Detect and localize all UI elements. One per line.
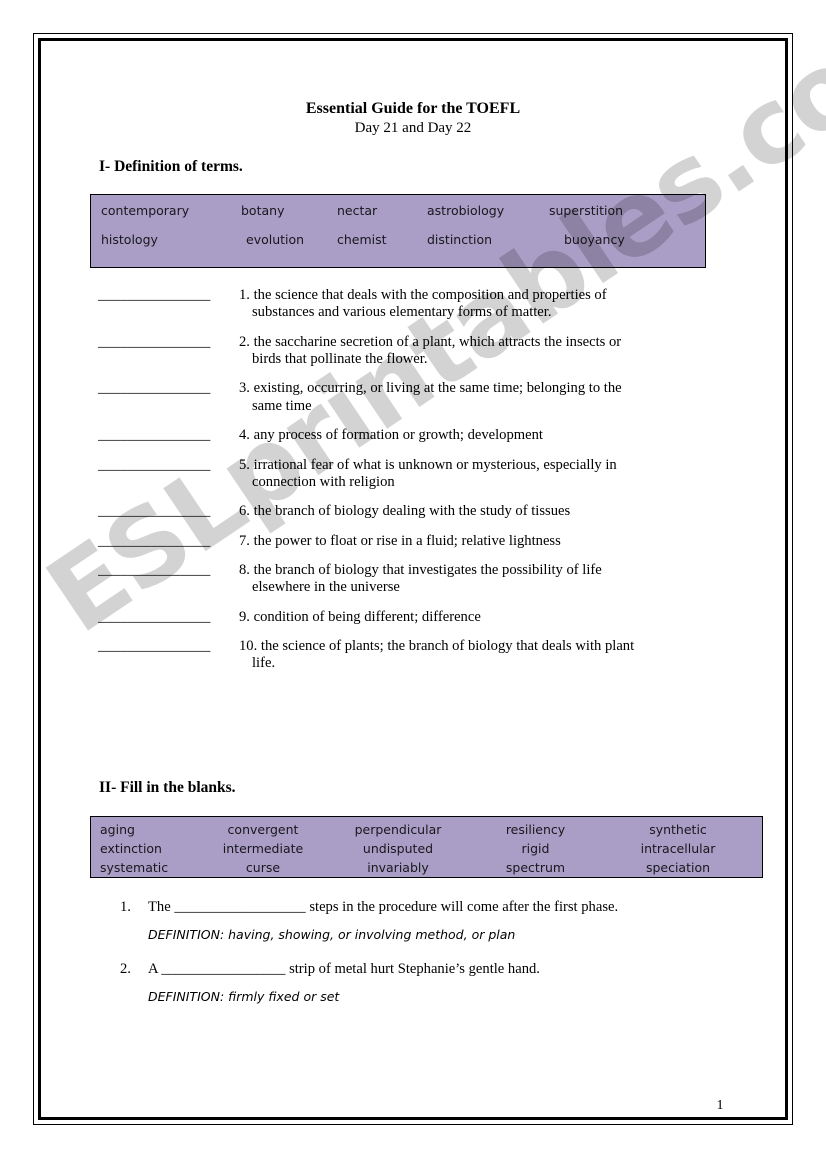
wordbank-word: systematic xyxy=(100,860,169,875)
answer-blank[interactable]: _______________ xyxy=(98,457,239,474)
wordbank-word: speciation xyxy=(645,860,711,875)
wordbank-word: evolution xyxy=(246,232,305,247)
definition-text: 10. the science of plants; the branch of… xyxy=(239,638,738,673)
wordbank-word: synthetic xyxy=(649,822,707,837)
wordbank-row: contemporary botany nectar astrobiology … xyxy=(91,203,705,232)
wordbank-row: extinction intermediate undisputed rigid… xyxy=(91,841,762,860)
definition-text: 7. the power to float or rise in a fluid… xyxy=(239,533,738,550)
definition-item: _______________ 6. the branch of biology… xyxy=(98,503,738,520)
fill-question-row: 2. A _________________ strip of metal hu… xyxy=(120,960,760,978)
wordbank-row: aging convergent perpendicular resilienc… xyxy=(91,822,762,841)
definition-text: 3. existing, occurring, or living at the… xyxy=(239,380,738,415)
section-2-wordbank: aging convergent perpendicular resilienc… xyxy=(90,816,763,878)
wordbank-word: undisputed xyxy=(362,841,434,856)
definition-item: _______________ 4. any process of format… xyxy=(98,427,738,444)
definition-line: 1. the science that deals with the compo… xyxy=(239,287,607,303)
fill-question-row: 1. The __________________ steps in the p… xyxy=(120,898,760,916)
worksheet-content: Essential Guide for the TOEFL Day 21 and… xyxy=(0,0,826,1169)
definition-item: _______________ 10. the science of plant… xyxy=(98,638,738,673)
fill-definition-hint: DEFINITION: firmly fixed or set xyxy=(148,989,340,1005)
fill-in-blank-item: 1. The __________________ steps in the p… xyxy=(120,898,760,942)
fill-in-blanks-list: 1. The __________________ steps in the p… xyxy=(120,898,760,1022)
item-number: 1. xyxy=(120,899,131,915)
document-title-block: Essential Guide for the TOEFL Day 21 and… xyxy=(0,98,826,139)
wordbank-row: systematic curse invariably spectrum spe… xyxy=(91,860,762,879)
definition-line: 2. the saccharine secretion of a plant, … xyxy=(239,333,622,350)
answer-blank[interactable]: _______________ xyxy=(98,562,239,579)
wordbank-word: intracellular xyxy=(640,841,716,856)
definition-item: _______________ 9. condition of being di… xyxy=(98,609,738,626)
section-1-wordbank: contemporary botany nectar astrobiology … xyxy=(90,194,706,268)
definition-line: 5. irrational fear of what is unknown or… xyxy=(239,456,617,473)
definition-text: 6. the branch of biology dealing with th… xyxy=(239,503,738,520)
definition-line: 10. the science of plants; the branch of… xyxy=(239,638,635,655)
wordbank-word: rigid xyxy=(521,841,550,856)
definition-line: same time xyxy=(252,397,312,414)
definition-line: 4. any process of formation or growth; d… xyxy=(239,427,543,444)
wordbank-word: invariably xyxy=(367,860,429,875)
answer-blank[interactable]: _______________ xyxy=(98,380,239,397)
definition-line: 3. existing, occurring, or living at the… xyxy=(239,380,622,397)
wordbank-word: distinction xyxy=(427,232,493,247)
answer-blank[interactable]: _______________ xyxy=(98,533,239,550)
wordbank-word: histology xyxy=(101,232,158,247)
wordbank-word: botany xyxy=(241,203,285,218)
definition-text: 4. any process of formation or growth; d… xyxy=(239,427,738,444)
wordbank-word: superstition xyxy=(549,203,624,218)
wordbank-word: astrobiology xyxy=(427,203,505,218)
answer-blank[interactable]: _______________ xyxy=(98,287,239,304)
answer-blank[interactable]: _______________ xyxy=(98,638,239,655)
definition-item: _______________ 7. the power to float or… xyxy=(98,533,738,550)
section-1-heading: I- Definition of terms. xyxy=(99,158,243,175)
wordbank-word: contemporary xyxy=(101,203,190,218)
definition-line: 7. the power to float or rise in a fluid… xyxy=(239,532,561,549)
definition-item: _______________ 5. irrational fear of wh… xyxy=(98,457,738,492)
fill-question-text[interactable]: The __________________ steps in the proc… xyxy=(148,899,618,915)
definition-item: _______________ 8. the branch of biology… xyxy=(98,562,738,597)
definition-line: connection with religion xyxy=(252,473,395,490)
definition-line: 9. condition of being different; differe… xyxy=(239,608,481,625)
wordbank-row: histology evolution chemist distinction … xyxy=(91,232,705,261)
definition-line: substances and various elementary forms … xyxy=(252,304,552,321)
definition-item: _______________ 3. existing, occurring, … xyxy=(98,380,738,415)
wordbank-word: buoyancy xyxy=(564,232,625,247)
page-number: 1 xyxy=(716,1098,724,1113)
page-subtitle: Day 21 and Day 22 xyxy=(354,120,472,137)
wordbank-word: aging xyxy=(100,822,135,837)
definition-line: 6. the branch of biology dealing with th… xyxy=(239,503,571,520)
answer-blank[interactable]: _______________ xyxy=(98,503,239,520)
definition-text: 9. condition of being different; differe… xyxy=(239,609,738,626)
wordbank-word: convergent xyxy=(227,822,299,837)
definition-line: birds that pollinate the flower. xyxy=(252,351,428,368)
definition-line: elsewhere in the universe xyxy=(252,579,400,596)
definition-line: life. xyxy=(252,655,276,672)
wordbank-word: chemist xyxy=(337,232,387,247)
wordbank-word: spectrum xyxy=(505,860,566,875)
fill-question-text[interactable]: A _________________ strip of metal hurt … xyxy=(148,961,540,977)
wordbank-word: nectar xyxy=(337,203,378,218)
wordbank-word: resiliency xyxy=(505,822,566,837)
fill-definition-hint: DEFINITION: having, showing, or involvin… xyxy=(148,927,516,943)
answer-blank[interactable]: _______________ xyxy=(98,427,239,444)
definition-item: _______________ 1. the science that deal… xyxy=(98,287,738,322)
answer-blank[interactable]: _______________ xyxy=(98,609,239,626)
wordbank-word: perpendicular xyxy=(354,822,442,837)
definition-text: 5. irrational fear of what is unknown or… xyxy=(239,457,738,492)
wordbank-word: intermediate xyxy=(222,841,304,856)
definition-list: _______________ 1. the science that deal… xyxy=(98,287,738,685)
definition-line: 8. the branch of biology that investigat… xyxy=(239,561,602,578)
definition-text: 2. the saccharine secretion of a plant, … xyxy=(239,334,738,369)
wordbank-word: extinction xyxy=(100,841,162,856)
fill-in-blank-item: 2. A _________________ strip of metal hu… xyxy=(120,960,760,1004)
definition-text: 8. the branch of biology that investigat… xyxy=(239,562,738,597)
answer-blank[interactable]: _______________ xyxy=(98,334,239,351)
definition-item: _______________ 2. the saccharine secret… xyxy=(98,334,738,369)
wordbank-word: curse xyxy=(245,860,281,875)
page-title: Essential Guide for the TOEFL xyxy=(305,100,521,117)
section-2-heading: II- Fill in the blanks. xyxy=(99,779,236,796)
definition-text: 1. the science that deals with the compo… xyxy=(239,287,738,322)
item-number: 2. xyxy=(120,961,131,978)
